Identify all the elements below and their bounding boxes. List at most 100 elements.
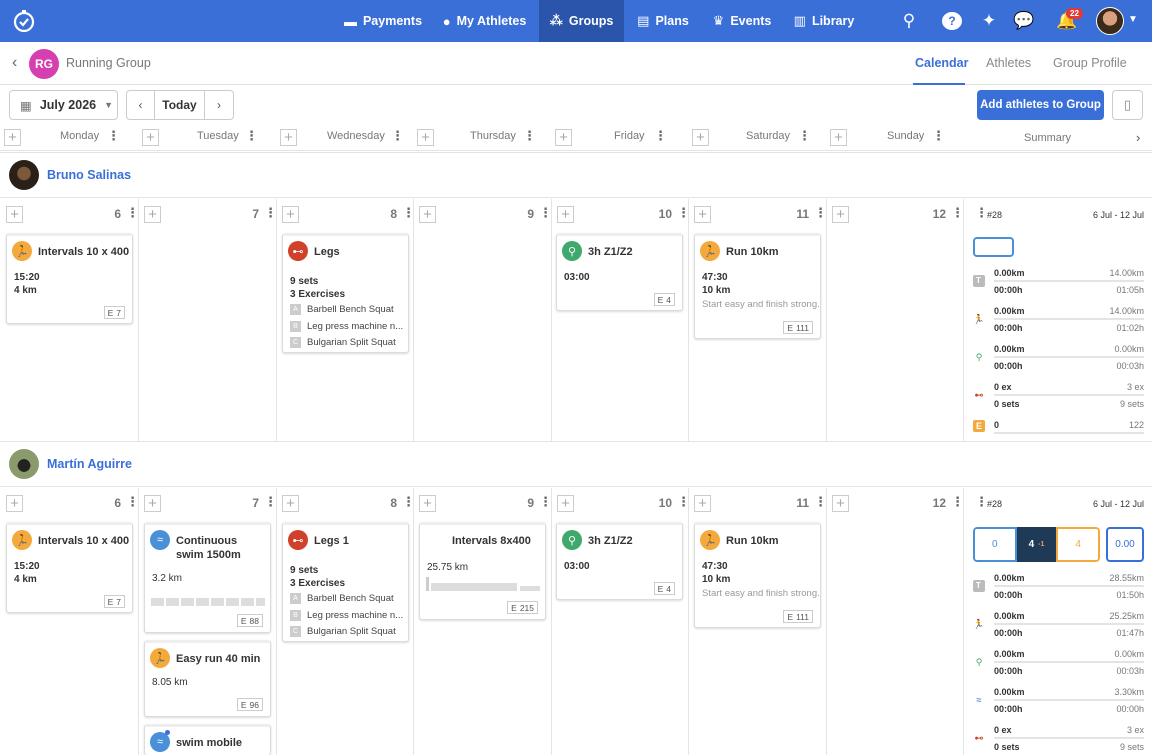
library-book-icon[interactable]: ▯ [1112,90,1143,120]
workout-card[interactable]: 🏃 Easy run 40 min 8.05 km E 96 [144,640,271,717]
workout-card[interactable]: Intervals 8x400 25.75 km E 215 [419,522,546,620]
workout-card[interactable]: ⚲ 3h Z1/Z2 03:00 E4 [556,233,683,311]
kebab-menu-icon[interactable]: ⋮ [264,494,277,510]
kebab-menu-icon[interactable]: ⋮ [951,494,964,510]
day-number: 8 [390,207,397,221]
workout-card[interactable]: ≈ Continuous swim 1500m 3.2 km E 88 [144,522,271,633]
search-icon[interactable]: ⚲ [898,10,920,32]
book-icon: ▥ [793,13,806,28]
athlete-name[interactable]: Bruno Salinas [47,168,131,182]
tab-calendar[interactable]: Calendar [915,56,969,70]
workout-card[interactable]: ⊷ Legs 1 9 sets 3 Exercises A Barbell Ben… [282,522,409,642]
progress-bar [994,699,1144,701]
add-workout-button[interactable]: + [832,495,849,512]
workout-card[interactable]: 🏃 Run 10km 47:30 10 km Start easy and fi… [694,522,821,628]
add-workout-button[interactable]: + [555,129,572,146]
week-number: #28 [987,499,1003,509]
kebab-menu-icon[interactable]: ⋮ [245,128,258,144]
kebab-menu-icon[interactable]: ⋮ [126,494,139,510]
workout-card[interactable]: 🏃 Intervals 10 x 400 15:20 4 km E7 [6,522,133,613]
add-workout-button[interactable]: + [282,495,299,512]
add-workout-button[interactable]: + [144,495,161,512]
sparkle-icon[interactable]: ✦ [978,10,1000,32]
prev-week-button[interactable]: ‹ [127,91,155,119]
kebab-menu-icon[interactable]: ⋮ [523,128,536,144]
kebab-menu-icon[interactable]: ⋮ [539,205,552,221]
workout-card[interactable]: ⊷ Legs 9 sets 3 Exercises A Barbell Bench… [282,233,409,353]
add-workout-button[interactable]: + [6,206,23,223]
kebab-menu-icon[interactable]: ⋮ [932,128,945,144]
kebab-menu-icon[interactable]: ⋮ [798,128,811,144]
progress-bar [994,432,1144,434]
kebab-menu-icon[interactable]: ⋮ [264,205,277,221]
kebab-menu-icon[interactable]: ⋮ [814,494,827,510]
bike-icon: ⚲ [975,656,983,667]
add-workout-button[interactable]: + [419,495,436,512]
add-workout-button[interactable]: + [417,129,434,146]
kebab-menu-icon[interactable]: ⋮ [654,128,667,144]
athlete-avatar[interactable] [9,449,39,479]
nav-my-athletes[interactable]: ● My Athletes [437,0,532,42]
add-workout-button[interactable]: + [4,129,21,146]
nav-library[interactable]: ▥ Library [790,0,858,42]
tab-group-profile[interactable]: Group Profile [1053,56,1127,70]
nav-groups[interactable]: ⁂ Groups [539,0,624,42]
chevron-down-icon[interactable]: ▼ [1128,14,1138,25]
add-workout-button[interactable]: + [832,206,849,223]
add-workout-button[interactable]: + [830,129,847,146]
kebab-menu-icon[interactable]: ⋮ [677,494,690,510]
running-icon: 🏃 [700,530,720,550]
workout-card[interactable]: 🏃 Run 10km 47:30 10 km Start easy and fi… [694,233,821,339]
progress-bar [994,737,1144,739]
add-workout-button[interactable]: + [144,206,161,223]
add-athletes-button[interactable]: Add athletes to Group [977,90,1104,120]
effort-tag: E 96 [236,698,263,711]
workout-card[interactable]: ⚲ 3h Z1/Z2 03:00 E4 [556,522,683,600]
next-week-button[interactable]: › [205,91,233,119]
tab-athletes[interactable]: Athletes [986,56,1031,70]
kebab-menu-icon[interactable]: ⋮ [539,494,552,510]
kebab-menu-icon[interactable]: ⋮ [126,205,139,221]
add-workout-button[interactable]: + [557,206,574,223]
add-workout-button[interactable]: + [694,495,711,512]
add-workout-button[interactable]: + [280,129,297,146]
add-workout-button[interactable]: + [694,206,711,223]
grid-line [963,199,964,441]
chevron-right-icon[interactable]: › [1136,130,1140,145]
bike-icon: ⚲ [562,530,582,550]
day-number: 9 [527,207,534,221]
add-workout-button[interactable]: + [692,129,709,146]
nav-events[interactable]: ♛ Events [707,0,777,42]
nav-plans[interactable]: ▤ Plans [632,0,694,42]
workout-card[interactable]: ≈ swim mobile [144,724,271,755]
kebab-menu-icon[interactable]: ⋮ [814,205,827,221]
user-avatar[interactable] [1096,7,1124,35]
summary-label: Summary [1024,132,1072,144]
add-workout-button[interactable]: + [282,206,299,223]
chat-icon[interactable]: 💬 [1013,10,1035,32]
effort-tag: E 215 [507,601,538,614]
athlete-avatar[interactable] [9,160,39,190]
kebab-menu-icon[interactable]: ⋮ [677,205,690,221]
add-workout-button[interactable]: + [419,206,436,223]
month-selector[interactable]: ▦ July 2026 ▼ [9,90,118,120]
kebab-menu-icon[interactable]: ⋮ [402,205,415,221]
kebab-menu-icon[interactable]: ⋮ [402,494,415,510]
help-icon[interactable]: ? [942,12,962,30]
kebab-menu-icon[interactable]: ⋮ [391,128,404,144]
dumbbell-icon: ⊷ [974,732,984,743]
app-logo-icon[interactable] [12,9,36,33]
add-workout-button[interactable]: + [6,495,23,512]
kebab-menu-icon[interactable]: ⋮ [107,128,120,144]
add-workout-button[interactable]: + [142,129,159,146]
today-button[interactable]: Today [155,91,205,119]
effort-icon: E [973,420,985,432]
weekday-label: Friday [614,130,645,142]
nav-payments[interactable]: ▬ Payments [339,0,427,42]
progress-bar [994,585,1144,587]
add-workout-button[interactable]: + [557,495,574,512]
kebab-menu-icon[interactable]: ⋮ [951,205,964,221]
athlete-name[interactable]: Martín Aguirre [47,457,132,471]
workout-card[interactable]: 🏃 Intervals 10 x 400 15:20 4 km E7 [6,233,133,324]
back-arrow-icon[interactable]: ‹ [12,54,17,72]
